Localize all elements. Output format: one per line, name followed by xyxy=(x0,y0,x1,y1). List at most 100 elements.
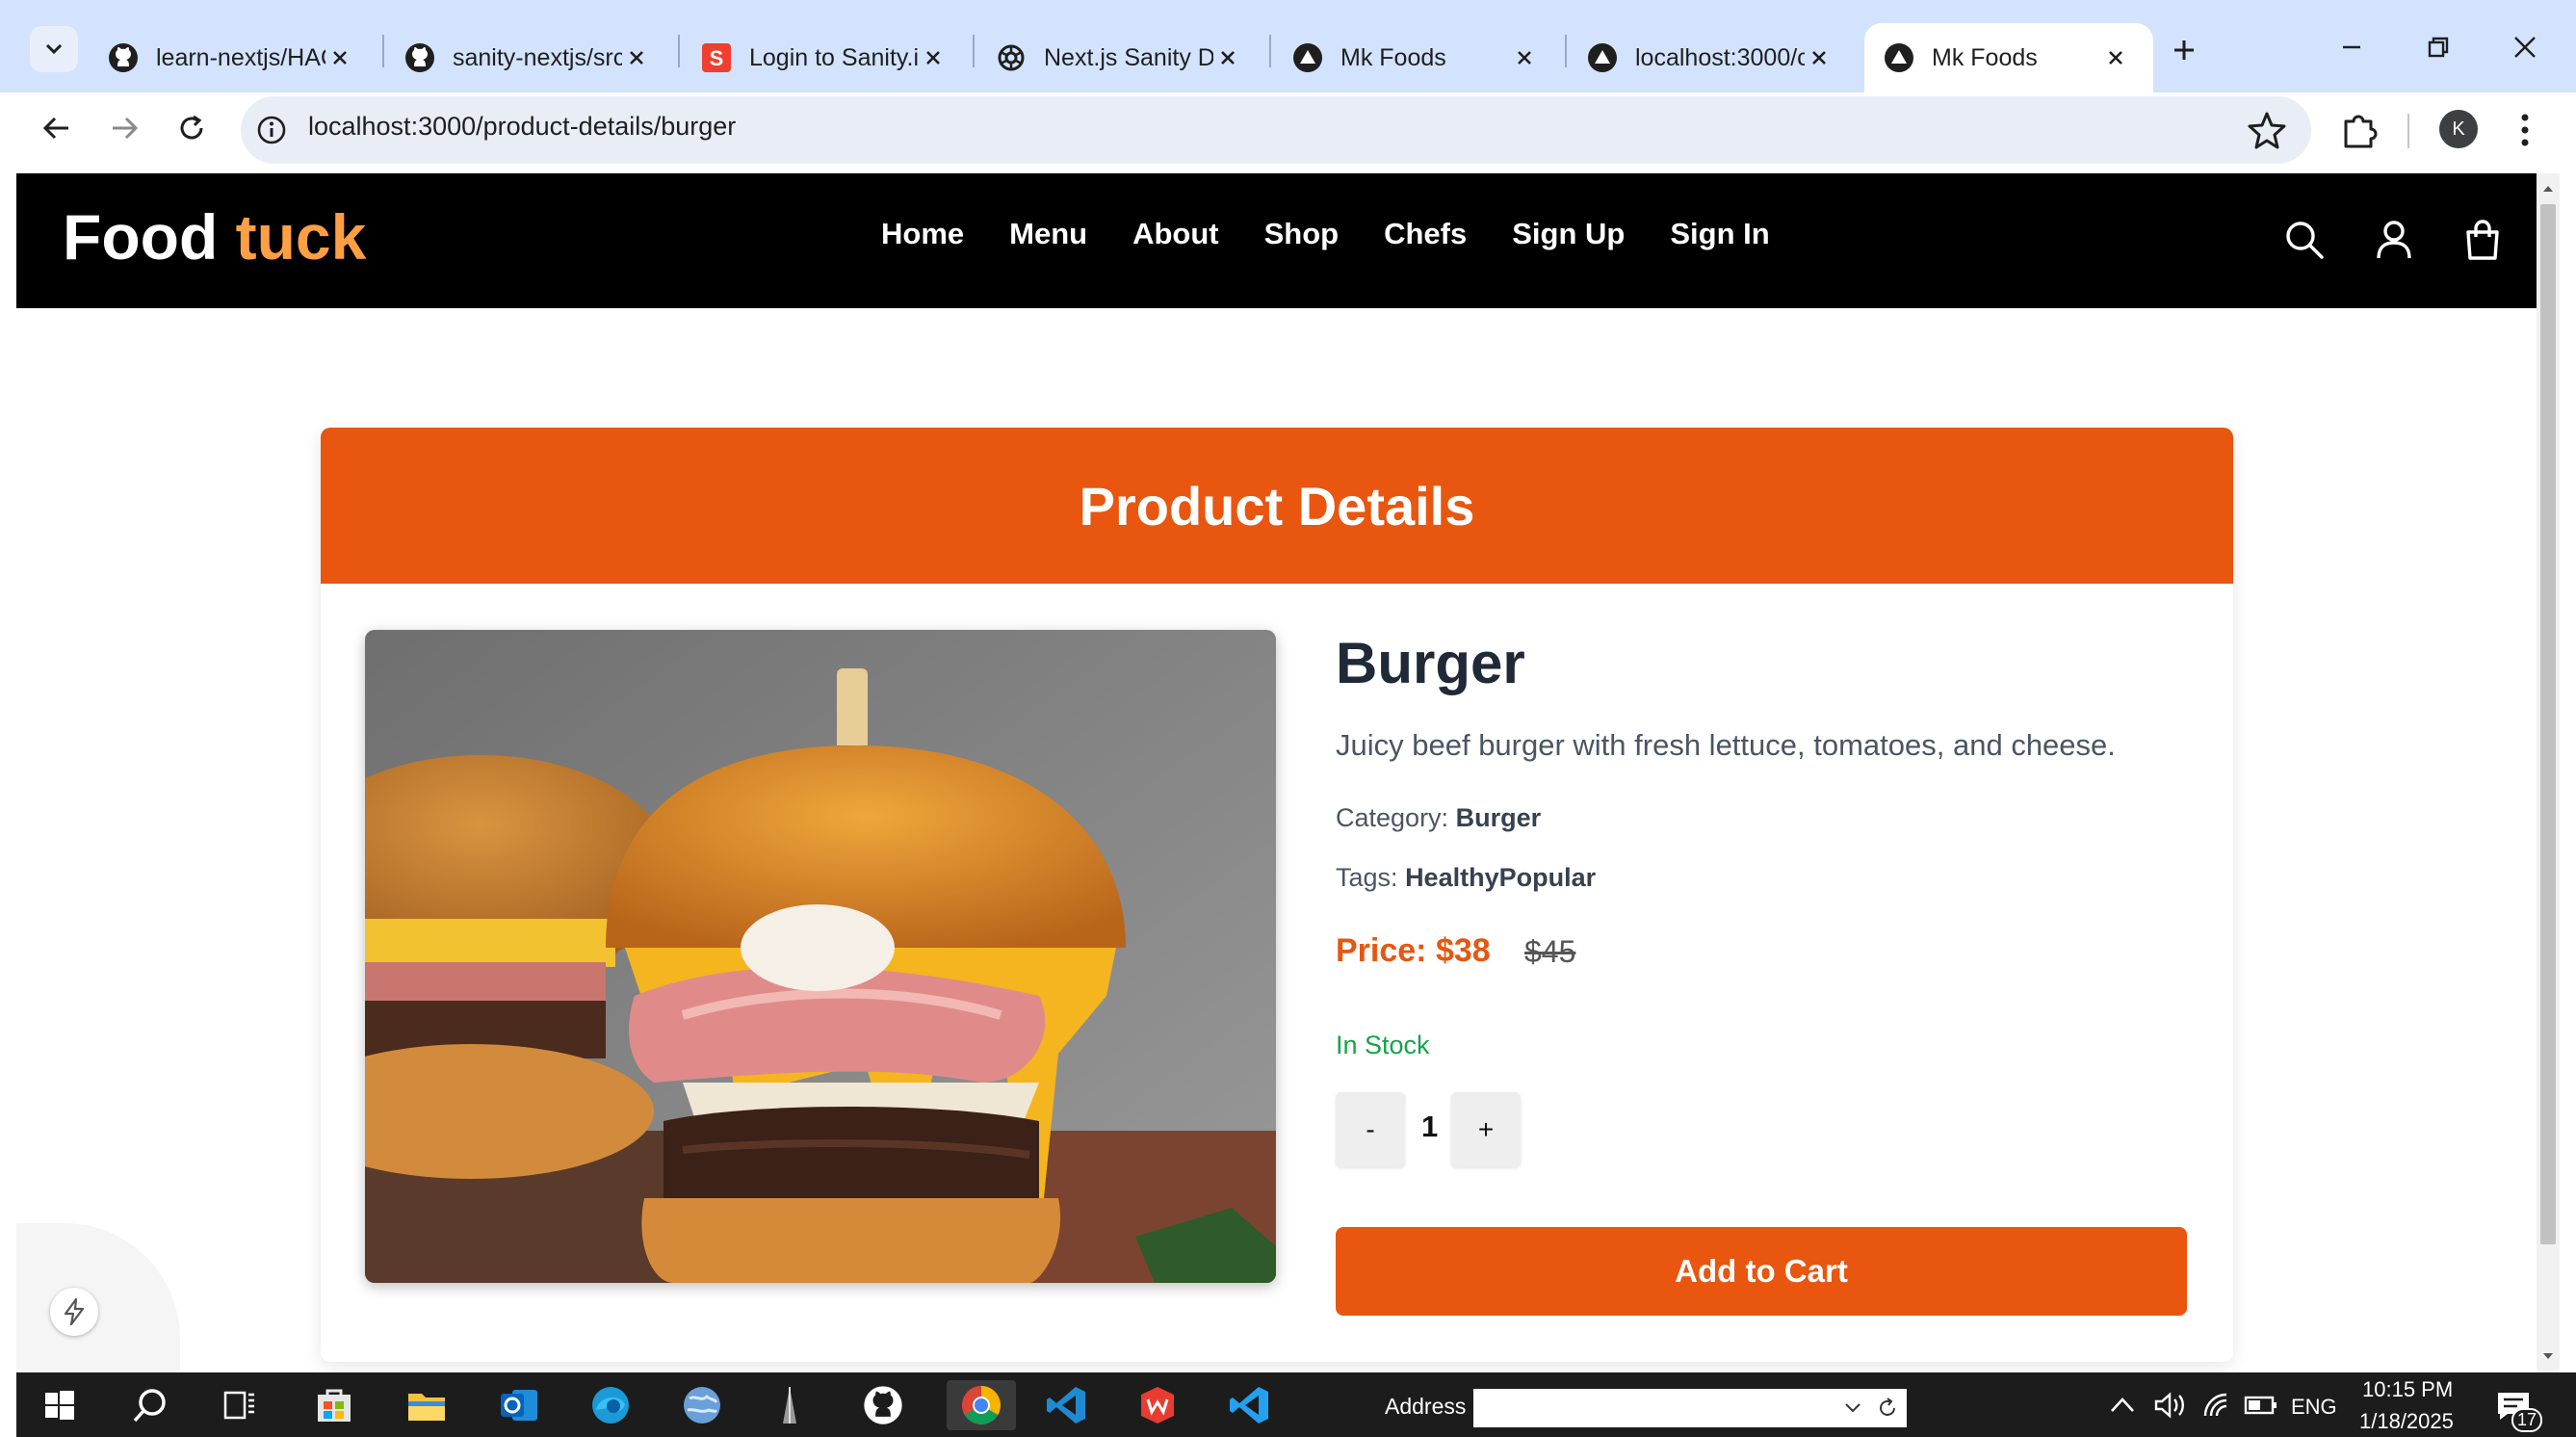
taskbar-app-tower[interactable] xyxy=(765,1380,815,1430)
site-logo[interactable]: Food tuck xyxy=(63,200,366,274)
volume-icon[interactable] xyxy=(2153,1391,2188,1420)
taskbar-chrome[interactable] xyxy=(947,1380,1016,1430)
wifi-icon[interactable] xyxy=(2201,1391,2232,1420)
taskbar-outlook[interactable] xyxy=(494,1380,544,1430)
product-name: Burger xyxy=(1336,631,1525,695)
tags-label: Tags: xyxy=(1336,863,1398,892)
taskbar-app-globe[interactable] xyxy=(677,1380,727,1430)
nav-shop[interactable]: Shop xyxy=(1264,217,1340,251)
nav-home[interactable]: Home xyxy=(881,217,964,251)
scroll-up-icon[interactable] xyxy=(2542,183,2554,195)
close-icon[interactable] xyxy=(919,43,948,72)
close-icon[interactable] xyxy=(1805,43,1834,72)
folder-icon xyxy=(408,1394,445,1421)
task-view-button[interactable] xyxy=(215,1380,265,1430)
windows-taskbar xyxy=(16,1372,2576,1437)
increment-quantity-button[interactable]: + xyxy=(1451,1092,1521,1167)
browser-tab-7-active[interactable]: Mk Foods xyxy=(1864,23,2153,92)
burger-image xyxy=(365,630,1276,1283)
taskbar-store-app[interactable] xyxy=(309,1380,359,1430)
nav-menu[interactable]: Menu xyxy=(1009,217,1087,251)
browser-tab-6[interactable]: localhost:3000/c xyxy=(1568,23,1857,92)
reload-button[interactable] xyxy=(168,104,216,152)
windows-logo-icon xyxy=(45,1391,74,1420)
bookmark-star-icon[interactable] xyxy=(2246,109,2288,151)
tab-title: Next.js Sanity Da xyxy=(1044,43,1213,71)
taskbar-vscode[interactable] xyxy=(1041,1380,1091,1430)
clock-time[interactable]: 10:15 PM xyxy=(2362,1377,2453,1402)
reload-icon xyxy=(180,115,203,140)
tab-title: Login to Sanity.i xyxy=(749,43,919,71)
nav-sign-in[interactable]: Sign In xyxy=(1670,217,1769,251)
forward-button[interactable] xyxy=(100,104,148,152)
tab-title: sanity-nextjs/src xyxy=(453,43,622,71)
taskbar-file-explorer[interactable] xyxy=(402,1380,452,1430)
user-icon[interactable] xyxy=(2372,218,2416,262)
search-icon xyxy=(133,1389,166,1423)
battery-icon[interactable] xyxy=(2244,1393,2278,1418)
taskbar-address-label: Address xyxy=(1385,1394,1467,1419)
browser-tab-2[interactable]: sanity-nextjs/src xyxy=(385,23,674,92)
browser-tab-4[interactable]: Next.js Sanity Da xyxy=(976,23,1265,92)
tab-separator xyxy=(678,35,680,67)
chevron-down-icon[interactable] xyxy=(1843,1398,1862,1418)
nav-sign-up[interactable]: Sign Up xyxy=(1512,217,1625,251)
product-description: Juicy beef burger with fresh lettuce, to… xyxy=(1336,728,2116,762)
taskbar-address-input[interactable] xyxy=(1473,1389,1907,1427)
nav-about[interactable]: About xyxy=(1132,217,1219,251)
taskbar-vscode-2[interactable] xyxy=(1224,1380,1274,1430)
extensions-puzzle-icon[interactable] xyxy=(2338,108,2382,152)
browser-tab-1[interactable]: learn-nextjs/HAC xyxy=(89,23,377,92)
close-icon[interactable] xyxy=(325,43,354,72)
close-icon[interactable] xyxy=(622,43,651,72)
nav-chefs[interactable]: Chefs xyxy=(1384,217,1467,251)
globe-icon xyxy=(684,1387,720,1424)
profile-avatar[interactable]: K xyxy=(2439,110,2478,148)
chevron-up-icon[interactable] xyxy=(2109,1395,2136,1416)
scrollbar-thumb[interactable] xyxy=(2540,204,2556,1244)
vscode-icon xyxy=(1047,1387,1085,1424)
nextjs-icon xyxy=(1292,42,1323,73)
start-button[interactable] xyxy=(35,1380,85,1430)
language-indicator[interactable]: ENG xyxy=(2291,1395,2337,1420)
wps-icon xyxy=(1141,1387,1174,1424)
taskbar-wps-office[interactable] xyxy=(1132,1380,1183,1430)
product-price: Price: $38 xyxy=(1336,932,1491,969)
toolbar-separator xyxy=(2407,114,2409,148)
restore-icon xyxy=(2428,37,2449,58)
browser-tab-5[interactable]: Mk Foods xyxy=(1273,23,1562,92)
tab-title: localhost:3000/c xyxy=(1635,43,1805,71)
taskbar-edge[interactable] xyxy=(585,1380,636,1430)
new-tab-button[interactable] xyxy=(2163,29,2205,71)
restore-button[interactable] xyxy=(2409,23,2467,71)
minimize-button[interactable] xyxy=(2323,23,2381,71)
lightning-icon xyxy=(64,1297,85,1326)
tab-search-button[interactable] xyxy=(30,26,78,72)
info-icon[interactable] xyxy=(255,114,288,146)
add-to-cart-button[interactable]: Add to Cart xyxy=(1336,1227,2187,1316)
close-window-button[interactable] xyxy=(2496,23,2554,71)
clock-date[interactable]: 1/18/2025 xyxy=(2359,1409,2454,1434)
notification-center-button[interactable]: 17 xyxy=(2494,1387,2543,1432)
nextjs-devtools-button[interactable] xyxy=(50,1288,98,1336)
refresh-icon[interactable] xyxy=(1876,1397,1899,1420)
back-button[interactable] xyxy=(33,104,81,152)
taskbar-search-button[interactable] xyxy=(125,1380,175,1430)
quantity-value: 1 xyxy=(1421,1110,1439,1143)
tab-title: Mk Foods xyxy=(1932,43,2038,71)
search-icon[interactable] xyxy=(2282,218,2327,262)
decrement-quantity-button[interactable]: - xyxy=(1336,1092,1405,1167)
close-icon[interactable] xyxy=(1213,43,1242,72)
scroll-down-icon[interactable] xyxy=(2542,1350,2554,1362)
shopping-bag-icon[interactable] xyxy=(2460,218,2505,262)
close-icon[interactable] xyxy=(1510,43,1539,72)
tab-separator xyxy=(382,35,384,67)
more-vertical-icon[interactable] xyxy=(2508,108,2542,152)
browser-tab-strip: learn-nextjs/HAC sanity-nextjs/src S Log… xyxy=(0,0,2576,92)
browser-tab-3[interactable]: S Login to Sanity.i xyxy=(682,23,971,92)
close-icon[interactable] xyxy=(2101,43,2130,72)
vertical-scrollbar[interactable] xyxy=(2537,173,2560,1372)
taskbar-github-desktop[interactable] xyxy=(858,1380,908,1430)
url-text[interactable]: localhost:3000/product-details/burger xyxy=(308,112,736,142)
sanity-icon: S xyxy=(701,42,732,73)
